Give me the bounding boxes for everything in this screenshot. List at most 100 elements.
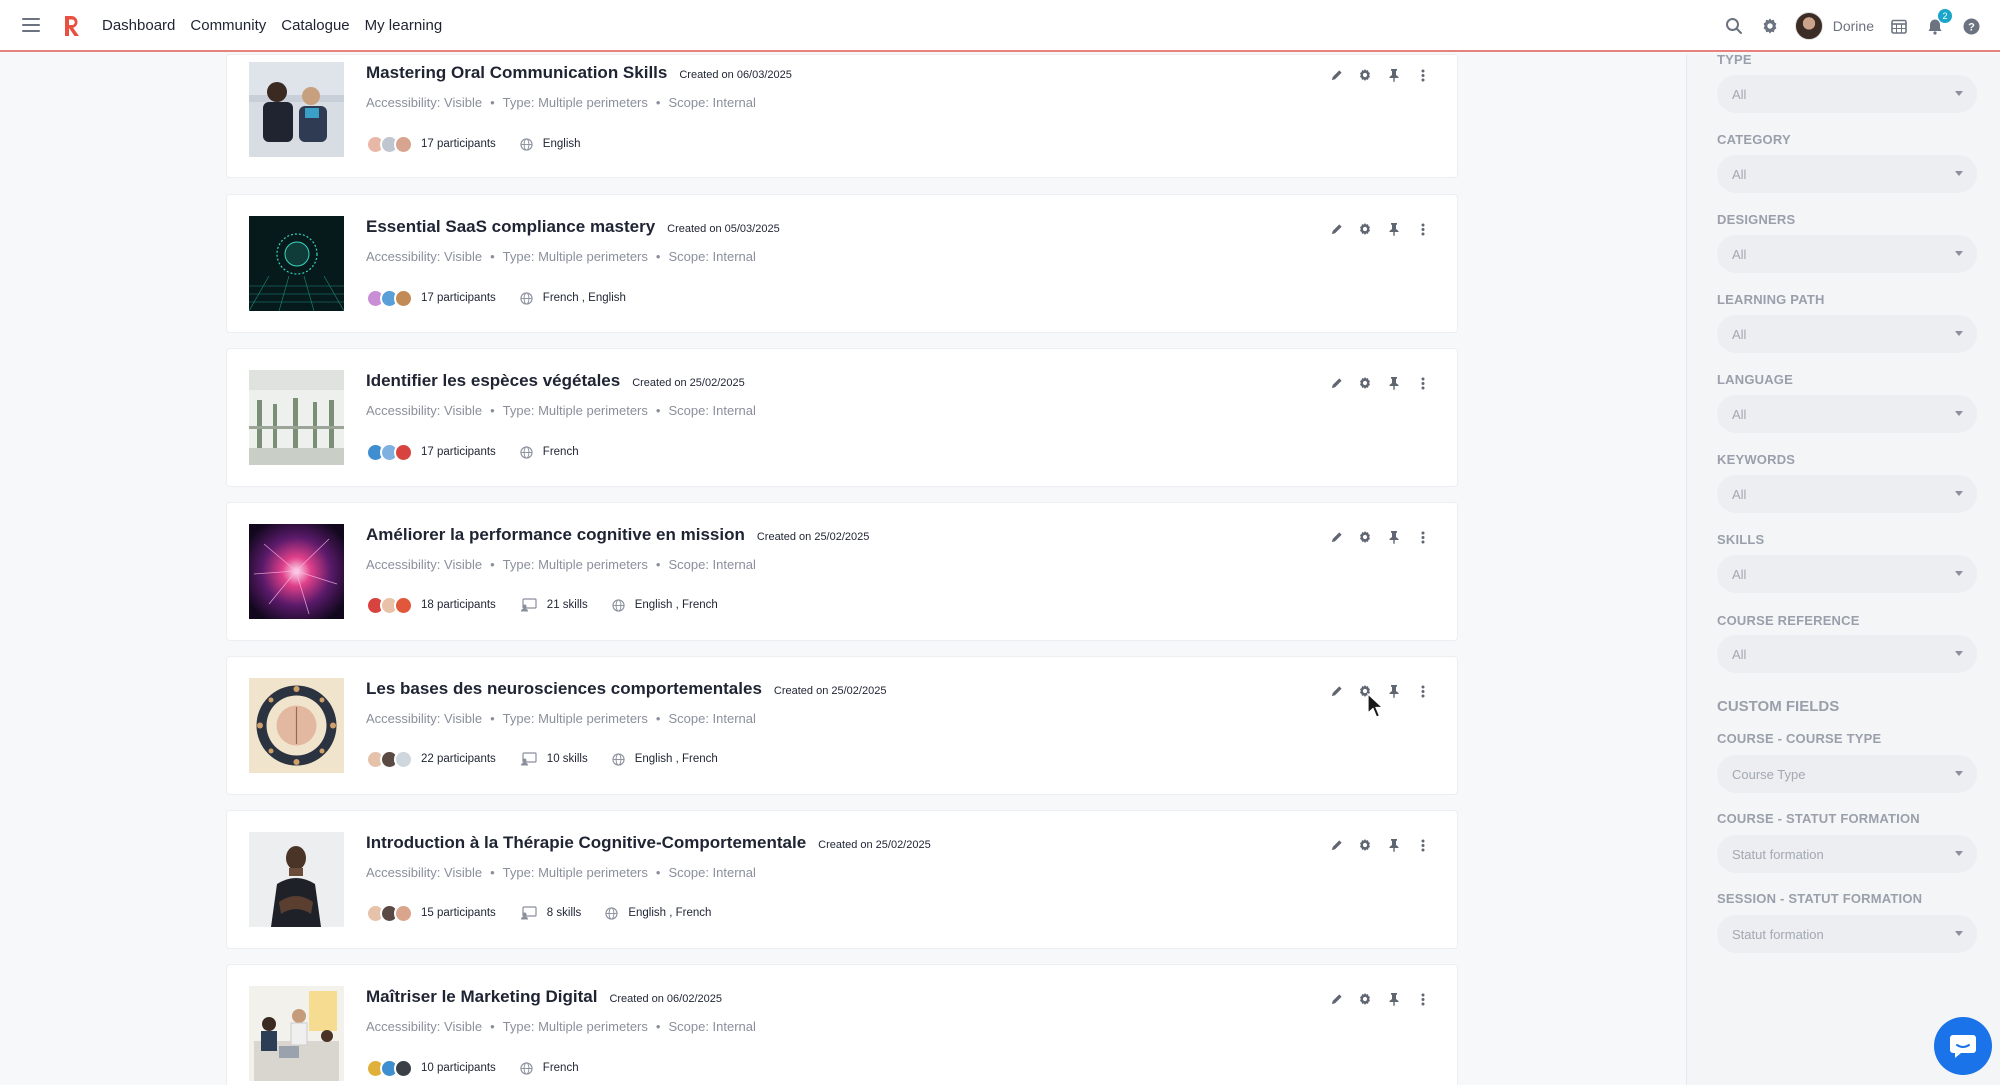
pin-icon[interactable] [1386,67,1402,83]
main-nav: Dashboard Community Catalogue My learnin… [102,17,442,34]
more-options-icon[interactable] [1415,529,1431,545]
course-settings-gear-icon[interactable] [1357,529,1373,545]
edit-pencil-icon[interactable] [1328,991,1344,1007]
course-thumbnail[interactable] [249,370,344,465]
filter-select-keywords[interactable]: All [1717,475,1977,513]
filter-select-course-statut-formation[interactable]: Statut formation [1717,835,1977,873]
pin-icon[interactable] [1386,991,1402,1007]
course-thumbnail[interactable] [249,524,344,619]
more-options-icon[interactable] [1415,837,1431,853]
participant-avatars [366,134,413,154]
course-meta: Accessibility: Visible • Type: Multiple pe… [366,403,756,418]
course-actions [1328,221,1431,237]
course-title[interactable]: Maîtriser le Marketing Digital Created on… [366,987,722,1007]
filter-select-designers[interactable]: All [1717,235,1977,273]
course-thumbnail[interactable] [249,986,344,1081]
notification-count-badge: 2 [1938,9,1952,23]
course-languages: English , French [612,752,718,766]
pin-icon[interactable] [1386,529,1402,545]
course-title[interactable]: Améliorer la performance cognitive en mi… [366,525,869,545]
filter-select-course-type[interactable]: Course Type [1717,755,1977,793]
course-title[interactable]: Identifier les espèces végétales Created … [366,371,745,391]
edit-pencil-icon[interactable] [1328,67,1344,83]
settings-gear-icon[interactable] [1759,15,1781,37]
chevron-down-icon [1955,491,1963,496]
course-thumbnail[interactable] [249,216,344,311]
filter-select-category[interactable]: All [1717,155,1977,193]
search-icon[interactable] [1723,15,1745,37]
pin-icon[interactable] [1386,221,1402,237]
course-settings-gear-icon[interactable] [1357,991,1373,1007]
mouse-cursor-icon [1367,693,1385,718]
course-skills: 10 skills [520,752,588,766]
edit-pencil-icon[interactable] [1328,221,1344,237]
menu-icon[interactable] [22,18,40,32]
participant-count: 10 participants [421,1062,496,1074]
nav-catalogue[interactable]: Catalogue [281,17,349,34]
nav-dashboard[interactable]: Dashboard [102,17,175,34]
course-footer: 17 participants English [366,132,581,156]
edit-pencil-icon[interactable] [1328,837,1344,853]
course-title[interactable]: Mastering Oral Communication Skills Creat… [366,63,792,83]
more-options-icon[interactable] [1415,683,1431,699]
filter-select-session-statut-formation[interactable]: Statut formation [1717,915,1977,953]
edit-pencil-icon[interactable] [1328,683,1344,699]
filter-select-course-reference[interactable]: All [1717,635,1977,673]
course-meta: Accessibility: Visible • Type: Multiple pe… [366,557,756,572]
course-card[interactable]: Mastering Oral Communication Skills Creat… [226,54,1458,178]
participant-avatars [366,903,413,923]
calendar-icon[interactable] [1888,15,1910,37]
course-card[interactable]: Les bases des neurosciences comportement… [226,656,1458,795]
user-name: Dorine [1832,18,1874,34]
course-card[interactable]: Identifier les espèces végétales Created … [226,348,1458,487]
course-title[interactable]: Introduction à la Thérapie Cognitive-Com… [366,833,931,853]
app-logo[interactable] [62,14,80,38]
nav-my-learning[interactable]: My learning [365,17,443,34]
help-icon[interactable]: ? [1960,15,1982,37]
course-created-date: Created on 25/02/2025 [773,685,887,697]
globe-icon [605,906,618,920]
more-options-icon[interactable] [1415,991,1431,1007]
globe-icon [612,752,625,766]
course-title[interactable]: Essential SaaS compliance mastery Created… [366,217,780,237]
course-card[interactable]: Introduction à la Thérapie Cognitive-Com… [226,810,1458,949]
course-thumbnail[interactable] [249,832,344,927]
course-settings-gear-icon[interactable] [1357,221,1373,237]
nav-community[interactable]: Community [190,17,266,34]
custom-fields-heading: CUSTOM FIELDS [1717,698,1840,715]
course-card[interactable]: Améliorer la performance cognitive en mi… [226,502,1458,641]
course-title[interactable]: Les bases des neurosciences comportement… [366,679,886,699]
participant-avatars [366,595,413,615]
filter-label-course-statut-formation: COURSE - STATUT FORMATION [1717,811,1920,826]
filter-select-language[interactable]: All [1717,395,1977,433]
more-options-icon[interactable] [1415,67,1431,83]
pin-icon[interactable] [1386,375,1402,391]
edit-pencil-icon[interactable] [1328,529,1344,545]
filter-select-learning-path[interactable]: All [1717,315,1977,353]
filter-label-skills: SKILLS [1717,532,1765,547]
pin-icon[interactable] [1386,683,1402,699]
course-thumbnail[interactable] [249,62,344,157]
more-options-icon[interactable] [1415,375,1431,391]
chat-support-button[interactable] [1934,1017,1992,1075]
filter-select-skills[interactable]: All [1717,555,1977,593]
more-options-icon[interactable] [1415,221,1431,237]
pin-icon[interactable] [1386,837,1402,853]
course-settings-gear-icon[interactable] [1357,67,1373,83]
course-footer: 18 participants 21 skills English , Fren… [366,593,718,617]
participant-count: 17 participants [421,446,496,458]
bell-icon[interactable]: 2 [1924,9,1952,37]
filter-select-type[interactable]: All [1717,75,1977,113]
course-card[interactable]: Essential SaaS compliance mastery Created… [226,194,1458,333]
course-meta: Accessibility: Visible • Type: Multiple pe… [366,95,756,110]
chevron-down-icon [1955,651,1963,656]
participant-count: 18 participants [421,599,496,611]
course-card[interactable]: Maîtriser le Marketing Digital Created on… [226,964,1458,1085]
user-menu[interactable]: Dorine [1794,12,1874,40]
filter-label-language: LANGUAGE [1717,372,1793,387]
participant-count: 22 participants [421,753,496,765]
course-settings-gear-icon[interactable] [1357,837,1373,853]
course-settings-gear-icon[interactable] [1357,375,1373,391]
course-thumbnail[interactable] [249,678,344,773]
edit-pencil-icon[interactable] [1328,375,1344,391]
